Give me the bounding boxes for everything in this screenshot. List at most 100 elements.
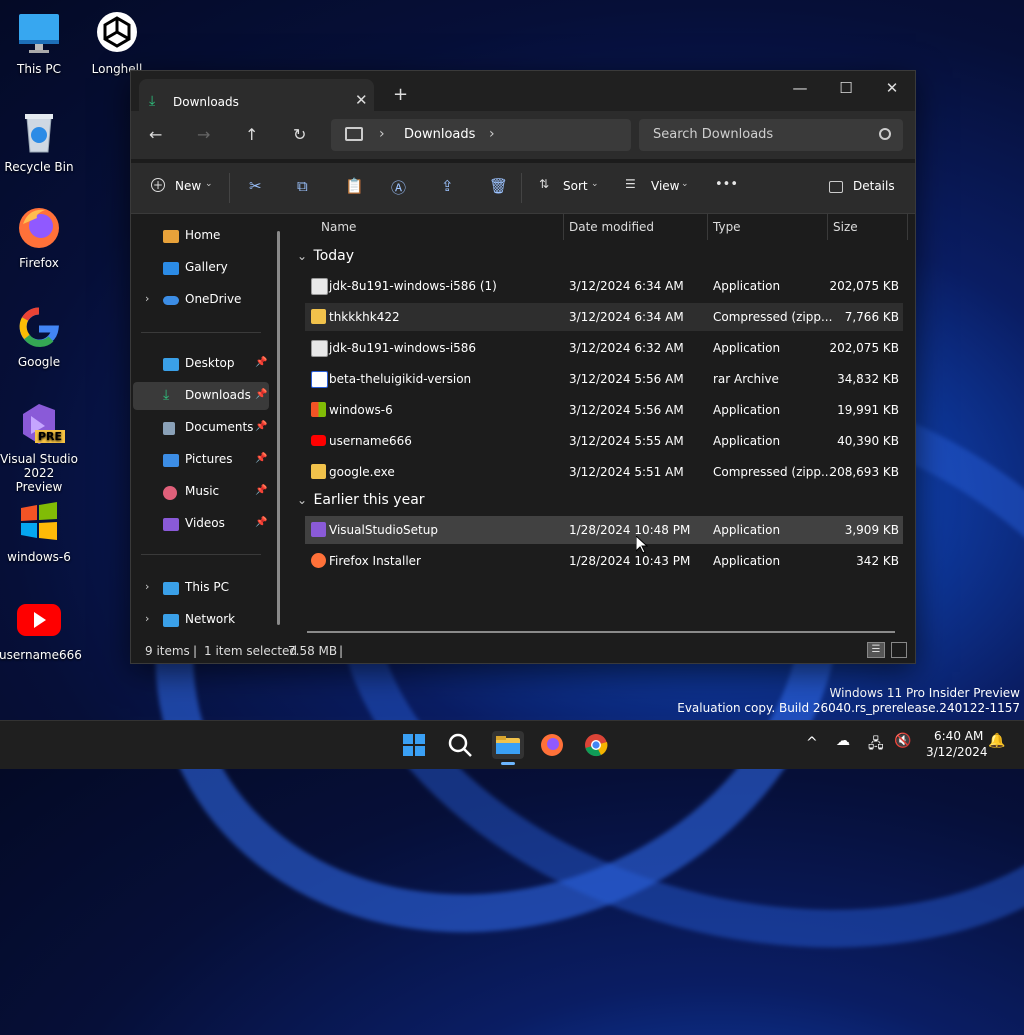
details-pane-button[interactable]: Details (829, 175, 895, 199)
pin-icon[interactable]: 📌 (255, 389, 267, 400)
column-divider[interactable] (907, 214, 908, 240)
file-row[interactable]: google.exe 3/12/2024 5:51 AM Compressed … (305, 458, 903, 486)
sidebar-item-documents[interactable]: Documents 📌 (133, 414, 269, 442)
sidebar-item-desktop[interactable]: Desktop 📌 (133, 350, 269, 378)
sidebar-scrollbar[interactable] (277, 231, 280, 625)
close-button[interactable]: ✕ (869, 75, 915, 101)
desktop-icon-recycle-bin[interactable]: Recycle Bin (0, 108, 79, 174)
share-icon[interactable]: ⇪ (441, 177, 454, 195)
tiles-view-icon[interactable] (891, 642, 907, 658)
up-button[interactable]: ↑ (245, 125, 258, 144)
file-explorer-icon[interactable] (492, 731, 524, 765)
column-header-size[interactable]: Size (833, 214, 858, 240)
sidebar-item-onedrive[interactable]: › OneDrive (133, 286, 269, 314)
breadcrumb-separator[interactable]: › (489, 126, 495, 142)
desktop-icon-google[interactable]: Google (0, 303, 79, 369)
sort-button[interactable]: ⇅ Sort ⌄ (537, 175, 599, 199)
chevron-down-icon: ⌄ (205, 179, 213, 189)
file-row[interactable]: jdk-8u191-windows-i586 3/12/2024 6:32 AM… (305, 334, 903, 362)
pin-icon[interactable]: 📌 (255, 517, 267, 528)
clock-time[interactable]: 6:40 AM (934, 729, 983, 743)
column-header-type[interactable]: Type (713, 214, 741, 240)
rename-icon[interactable]: Ⓐ (391, 177, 406, 198)
tray-chevron-icon[interactable]: ^ (806, 735, 818, 751)
desktop-icon-visual-studio[interactable]: PRE Visual Studio 2022 Preview (0, 400, 79, 494)
copy-icon[interactable]: ⧉ (297, 177, 308, 195)
refresh-button[interactable]: ↻ (293, 125, 306, 144)
divider (229, 173, 230, 203)
column-divider[interactable] (827, 214, 828, 240)
column-header-name[interactable]: Name (321, 214, 356, 240)
chrome-icon[interactable] (582, 731, 614, 759)
firefox-icon[interactable] (538, 731, 570, 759)
desktop-icon-label: windows-6 (7, 550, 71, 564)
file-date: 3/12/2024 5:56 AM (569, 403, 684, 417)
file-row[interactable]: thkkkhk422 3/12/2024 6:34 AM Compressed … (305, 303, 903, 331)
file-row[interactable]: windows-6 3/12/2024 5:56 AM Application … (305, 396, 903, 424)
notification-bell-icon[interactable]: 🔔 (988, 733, 1005, 749)
sidebar-item-gallery[interactable]: Gallery (133, 254, 269, 282)
clock-date[interactable]: 3/12/2024 (926, 745, 988, 759)
desktop-icon-this-pc[interactable]: This PC (0, 10, 79, 76)
minimize-button[interactable]: — (777, 75, 823, 101)
desktop-icon-firefox[interactable]: Firefox (0, 204, 79, 270)
more-options-button[interactable]: ••• (715, 177, 738, 192)
maximize-button[interactable]: ☐ (823, 75, 869, 101)
desktop-icon-username666[interactable]: username666 (0, 596, 82, 662)
cloud-offline-icon[interactable]: ☁ (836, 733, 850, 749)
file-name: google.exe (329, 465, 395, 479)
file-row[interactable]: username666 3/12/2024 5:55 AM Applicatio… (305, 427, 903, 455)
view-button[interactable]: ☰ View ⌄ (625, 175, 693, 199)
paste-icon[interactable]: 📋 (345, 177, 364, 195)
expand-chevron-icon[interactable]: › (145, 292, 149, 305)
file-name: windows-6 (329, 403, 393, 417)
expand-chevron-icon[interactable]: › (145, 580, 149, 593)
delete-icon[interactable]: 🗑 (489, 177, 508, 195)
details-view-icon[interactable]: ☰ (867, 642, 885, 658)
pin-icon[interactable]: 📌 (255, 453, 267, 464)
file-row[interactable]: VisualStudioSetup 1/28/2024 10:48 PM App… (305, 516, 903, 544)
tab-close-button[interactable]: ✕ (355, 91, 368, 109)
sidebar-item-pictures[interactable]: Pictures 📌 (133, 446, 269, 474)
file-row[interactable]: Firefox Installer 1/28/2024 10:43 PM App… (305, 547, 903, 575)
back-button[interactable]: ← (149, 125, 162, 144)
search-box[interactable]: Search Downloads (639, 119, 903, 151)
search-input[interactable]: Search Downloads (653, 127, 773, 142)
sidebar-item-home[interactable]: Home (133, 222, 269, 250)
speaker-muted-icon[interactable]: 🔇 (894, 733, 911, 749)
cut-icon[interactable]: ✂ (249, 177, 262, 195)
start-icon[interactable] (400, 731, 432, 759)
file-date: 3/12/2024 5:51 AM (569, 465, 684, 479)
breadcrumb-separator: › (379, 126, 385, 142)
expand-chevron-icon[interactable]: › (145, 612, 149, 625)
desktop-icon-windows-6[interactable]: windows-6 (0, 498, 79, 564)
sidebar-item-downloads[interactable]: ⤓ Downloads 📌 (133, 382, 269, 410)
new-button[interactable]: + New ⌄ (149, 175, 213, 199)
sidebar-item-videos[interactable]: Videos 📌 (133, 510, 269, 538)
pin-icon[interactable]: 📌 (255, 421, 267, 432)
column-header-date[interactable]: Date modified (569, 214, 654, 240)
pin-icon[interactable]: 📌 (255, 357, 267, 368)
file-type: Compressed (zipp... (713, 310, 833, 324)
column-divider[interactable] (563, 214, 564, 240)
sidebar-item-this-pc[interactable]: › This PC (133, 574, 269, 602)
breadcrumb-downloads[interactable]: Downloads (404, 127, 475, 142)
file-row[interactable]: beta-theluigikid-version 3/12/2024 5:56 … (305, 365, 903, 393)
pin-icon[interactable]: 📌 (255, 485, 267, 496)
selection-size: 7.58 MB (288, 644, 338, 658)
firefox-icon (15, 204, 63, 252)
desktop-icon-longhell[interactable]: Longhell (77, 10, 157, 76)
group-header-today[interactable]: ⌄ Today (297, 248, 354, 264)
search-icon[interactable] (446, 731, 478, 759)
address-bar[interactable]: › Downloads › (331, 119, 631, 151)
file-list-scrollbar[interactable] (307, 631, 895, 633)
sidebar-item-music[interactable]: Music 📌 (133, 478, 269, 506)
sidebar-item-network[interactable]: › Network (133, 606, 269, 634)
new-tab-button[interactable]: + (393, 84, 408, 105)
file-date: 3/12/2024 5:56 AM (569, 372, 684, 386)
forward-button[interactable]: → (197, 125, 210, 144)
network-icon[interactable]: 🖧 (868, 733, 884, 757)
group-header-earlier-this-year[interactable]: ⌄ Earlier this year (297, 492, 425, 508)
column-divider[interactable] (707, 214, 708, 240)
file-row[interactable]: jdk-8u191-windows-i586 (1) 3/12/2024 6:3… (305, 272, 903, 300)
